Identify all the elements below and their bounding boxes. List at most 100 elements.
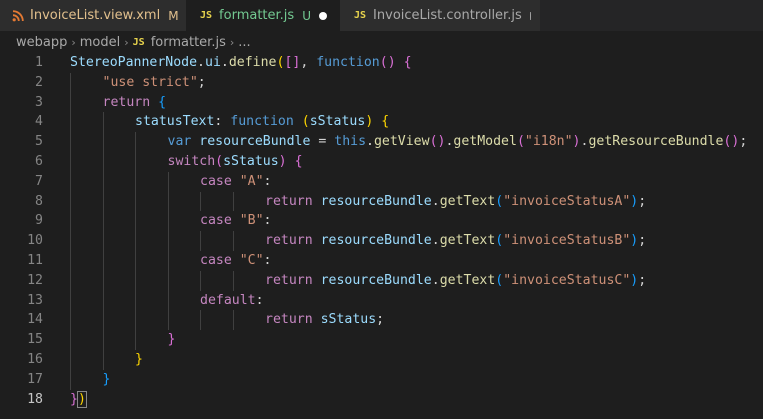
code-token: "i18n" <box>524 134 573 150</box>
code-token: , <box>300 55 317 70</box>
code-line[interactable]: 4 statusText: function (sStatus) { <box>0 112 763 132</box>
code-text: } <box>135 350 143 370</box>
code-line[interactable]: 1 StereoPannerNode.ui.define([], function… <box>0 53 763 73</box>
code-text: var resourceBundle = this.getView().getM… <box>168 132 748 152</box>
code-token: () <box>429 134 446 150</box>
code-token: ; <box>638 233 647 249</box>
line-number: 4 <box>35 114 43 130</box>
code-line[interactable]: 11 case "C": <box>0 251 763 271</box>
code-line[interactable]: 5 var resourceBundle = this.getView().get… <box>0 132 763 152</box>
code-token: } <box>135 352 143 367</box>
chevron-right-icon: › <box>124 35 129 49</box>
code-token: define <box>228 55 277 70</box>
code-line[interactable]: 15} <box>0 330 763 350</box>
code-line[interactable]: 17} <box>0 370 763 390</box>
modified-badge: M <box>168 8 179 23</box>
tab-invoicelist-controller-js[interactable]: JS InvoiceList.controller.js <box>340 0 540 31</box>
breadcrumb-folder-webapp[interactable]: webapp <box>16 35 67 50</box>
code-editor[interactable]: 1 StereoPannerNode.ui.define([], function… <box>0 53 763 419</box>
editor-tab-bar: InvoiceList.view.xml M JS formatter.js U… <box>0 0 763 31</box>
code-token: statusText <box>135 114 215 130</box>
breadcrumb-symbol[interactable]: ... <box>238 35 250 50</box>
code-token: ) <box>76 390 87 408</box>
code-token: return <box>265 233 313 249</box>
code-token: getText <box>439 193 496 209</box>
code-line[interactable]: 9 case "B": <box>0 211 763 231</box>
code-token: : <box>255 292 264 308</box>
code-token: } <box>167 332 176 348</box>
code-token: : <box>263 253 272 268</box>
code-token: } <box>102 371 111 387</box>
code-line[interactable]: 10 return resourceBundle.getText("invoice… <box>0 231 763 251</box>
code-token: getText <box>439 272 496 288</box>
line-number: 11 <box>27 253 43 268</box>
code-token: () <box>723 134 740 150</box>
code-token: ; <box>197 74 206 90</box>
code-token: . <box>366 134 374 150</box>
code-text: return resourceBundle.getText("invoiceSt… <box>265 231 646 251</box>
code-line[interactable]: 14 return sStatus; <box>0 310 763 330</box>
code-token: ( <box>516 134 525 150</box>
code-text: } <box>103 370 111 390</box>
code-line[interactable]: 7 case "A": <box>0 172 763 192</box>
code-token: var <box>167 134 192 150</box>
line-number: 14 <box>27 312 43 328</box>
code-token: this <box>334 134 367 150</box>
code-token: ; <box>638 272 647 288</box>
tab-invoicelist-view-xml[interactable]: InvoiceList.view.xml M <box>0 0 186 31</box>
code-line[interactable]: 6 switch(sStatus) { <box>0 152 763 172</box>
code-token: resourceBundle <box>320 233 432 249</box>
line-number: 6 <box>35 154 43 169</box>
code-text: return resourceBundle.getText("invoiceSt… <box>265 271 646 291</box>
code-line[interactable]: 8 return resourceBundle.getText("invoiceS… <box>0 192 763 212</box>
code-line[interactable]: 2 "use strict"; <box>0 73 763 93</box>
code-token: case <box>200 253 232 268</box>
code-line[interactable]: 16} <box>0 350 763 370</box>
breadcrumb-file[interactable]: formatter.js <box>151 35 226 50</box>
code-token: : <box>263 213 272 229</box>
code-token: default <box>200 292 256 308</box>
code-token: return <box>102 94 151 110</box>
code-token: return <box>265 272 313 288</box>
breadcrumb-folder-model[interactable]: model <box>80 35 120 50</box>
js-file-icon: JS <box>132 36 145 48</box>
tab-formatter-js[interactable]: JS formatter.js U <box>186 0 340 31</box>
code-line[interactable]: 18}) <box>0 390 763 410</box>
code-token: sStatus <box>320 312 377 328</box>
unsaved-dot-icon[interactable] <box>318 11 327 20</box>
line-number: 8 <box>35 193 43 209</box>
code-token: getText <box>439 233 496 249</box>
code-token: { <box>403 55 412 70</box>
code-token: . <box>197 55 205 70</box>
code-line[interactable]: 13 default: <box>0 291 763 311</box>
code-token: getModel <box>453 134 517 150</box>
code-token: "use strict" <box>102 74 198 90</box>
code-line[interactable]: 3 return { <box>0 93 763 113</box>
code-token: getResourceBundle <box>588 134 724 150</box>
code-text: default: <box>200 291 264 311</box>
js-file-icon: JS <box>354 10 367 21</box>
line-number: 15 <box>27 332 43 348</box>
code-token: ( <box>215 154 224 169</box>
code-token: . <box>431 193 440 209</box>
code-token: () <box>379 55 396 70</box>
untracked-badge: U <box>302 8 311 23</box>
code-token: = <box>310 134 335 150</box>
line-number: 10 <box>27 233 43 249</box>
code-token: return <box>265 312 313 328</box>
code-token: "invoiceStatusC" <box>503 272 631 288</box>
code-token: getView <box>373 134 430 150</box>
code-token: "invoiceStatusA" <box>503 193 631 209</box>
line-number: 12 <box>27 272 43 288</box>
line-number: 16 <box>27 352 43 367</box>
tab-label: InvoiceList.view.xml <box>30 8 161 23</box>
code-line[interactable]: 12 return resourceBundle.getText("invoice… <box>0 271 763 291</box>
code-token: case <box>200 213 232 229</box>
code-token: function <box>230 114 294 130</box>
code-text: return resourceBundle.getText("invoiceSt… <box>265 192 646 212</box>
